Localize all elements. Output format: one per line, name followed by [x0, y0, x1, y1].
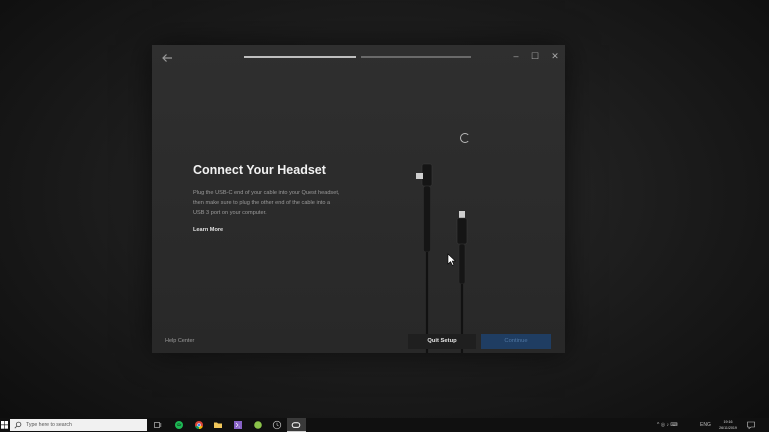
close-button[interactable]: ✕ [548, 50, 562, 62]
active-app-highlight [287, 418, 306, 432]
usb-c-cable-icon [416, 163, 468, 353]
visual-studio-icon[interactable] [233, 420, 243, 430]
clock-date: 26/11/2019 [719, 426, 737, 430]
back-arrow-icon[interactable] [160, 51, 174, 65]
loading-spinner-icon [460, 133, 470, 143]
instructions-text: Plug the USB-C end of your cable into yo… [193, 190, 340, 216]
taskbar-clock[interactable]: 19:16 26/11/2019 [715, 419, 741, 431]
language-indicator[interactable]: ENG [700, 421, 711, 429]
progress-step-2 [361, 56, 471, 58]
task-view-icon[interactable] [153, 420, 163, 430]
file-explorer-icon[interactable] [213, 420, 223, 430]
maximize-button[interactable]: ☐ [528, 50, 542, 62]
oculus-icon[interactable] [291, 420, 301, 430]
taskbar-search-box[interactable]: Type here to search [10, 419, 147, 431]
search-placeholder: Type here to search [26, 422, 72, 428]
help-center-link[interactable]: Help Center [165, 338, 194, 344]
page-title: Connect Your Headset [193, 163, 326, 177]
windows-taskbar: Type here to search ^ ◎ ♪ ⌨ ENG 19:16 26… [0, 418, 769, 432]
mouse-cursor-icon [447, 253, 456, 266]
clock-app-icon[interactable] [272, 420, 282, 430]
system-tray-icons[interactable]: ^ ◎ ♪ ⌨ [657, 421, 678, 429]
notifications-icon[interactable] [746, 420, 756, 430]
learn-more-link[interactable]: Learn More [193, 227, 223, 233]
quit-setup-button[interactable]: Quit Setup [408, 334, 476, 349]
spotify-icon[interactable] [174, 420, 184, 430]
app-icon[interactable] [253, 420, 263, 430]
continue-button[interactable]: Continue [481, 334, 551, 349]
progress-step-1 [244, 56, 356, 58]
search-icon [14, 421, 22, 429]
chrome-icon[interactable] [194, 420, 204, 430]
oculus-setup-window: – ☐ ✕ Connect Your Headset Plug the USB-… [152, 45, 565, 353]
minimize-button[interactable]: – [509, 50, 523, 62]
windows-start-icon[interactable] [1, 421, 8, 429]
